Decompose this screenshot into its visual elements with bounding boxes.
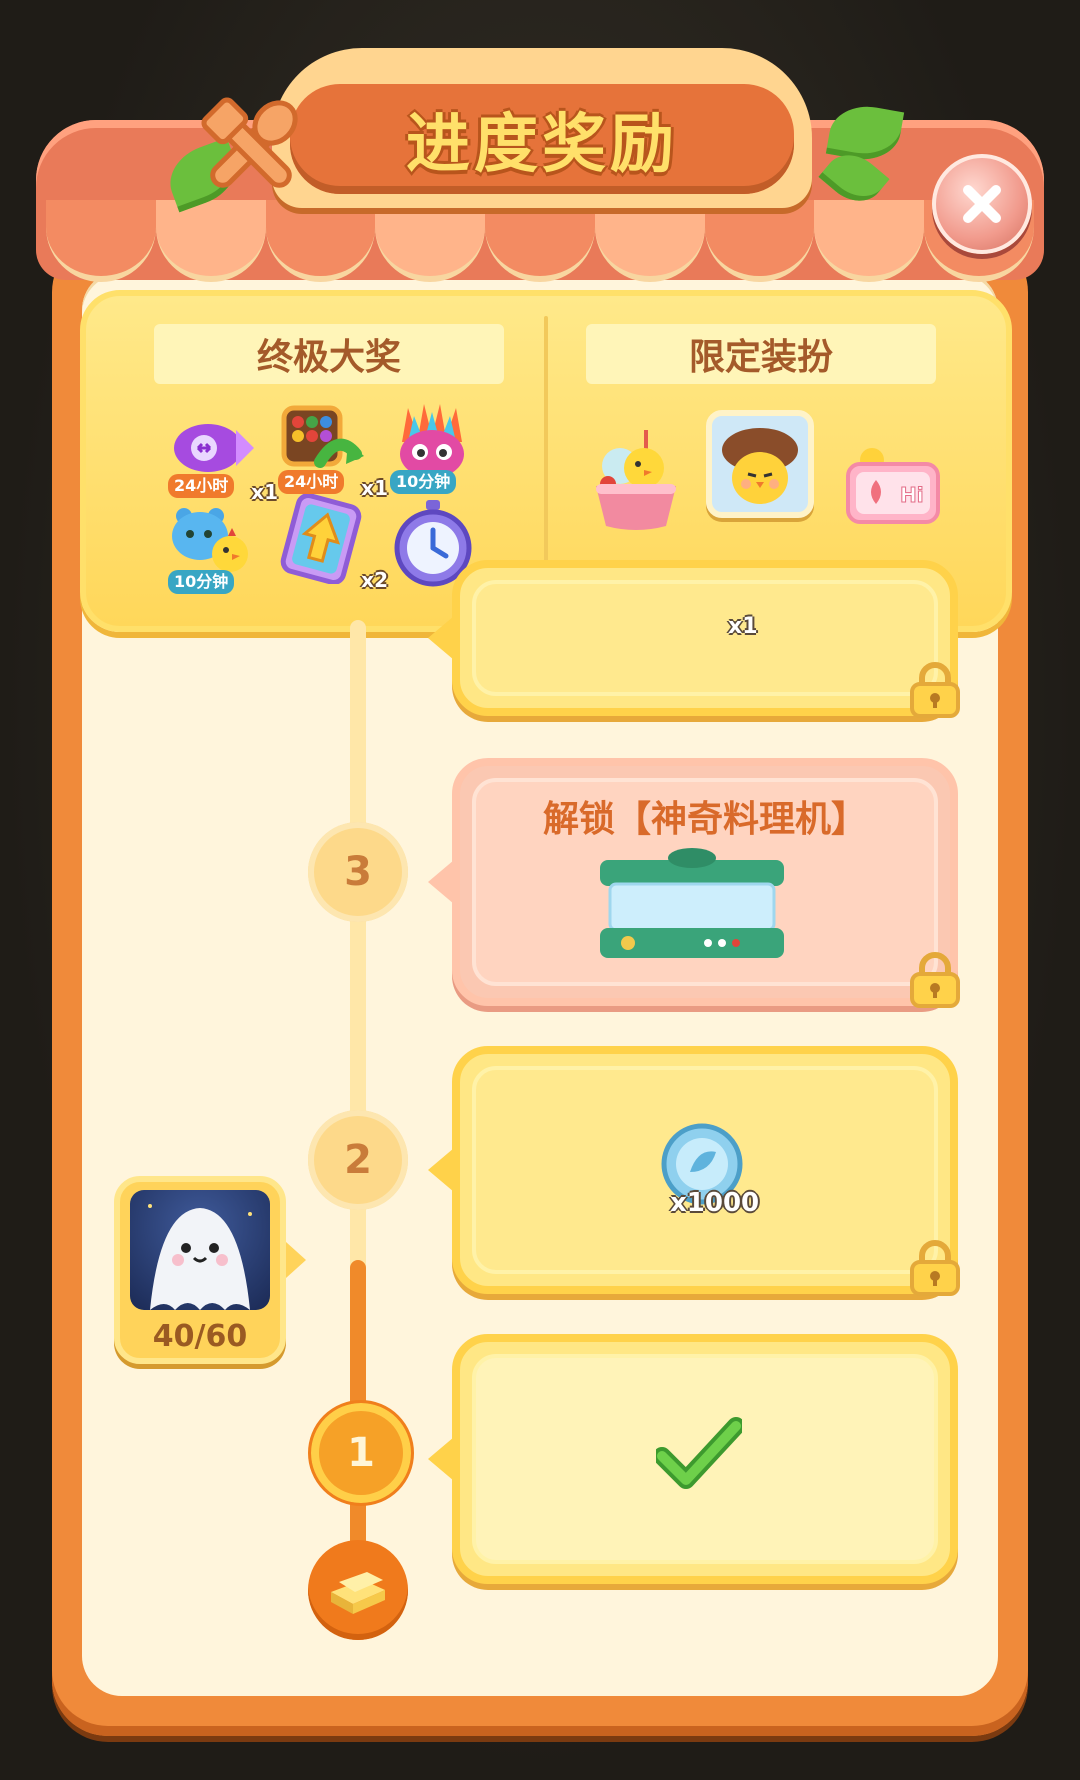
mushroom-chick-avatar-frame[interactable] [706,410,814,518]
coin-multiplier: x1000 [670,1188,760,1218]
grand-prize-heading: 终极大奖 [154,324,504,384]
item-multiplier: x1 [251,480,278,504]
milestone-card-2[interactable]: x1000 [428,1046,960,1296]
gold-bars-icon [331,1572,385,1614]
ice-cream-chick-icon[interactable] [586,426,686,536]
milestone-node-3: 3 [308,822,408,922]
lock-icon [910,662,960,718]
close-icon [963,185,1001,223]
milestone-card-4[interactable]: x1 [428,560,960,718]
magic-cooking-machine-icon [600,848,784,958]
milestone-card-3[interactable]: 解锁【神奇料理机】 [428,758,960,1008]
hi-chat-frame-icon[interactable]: Hi [842,444,942,530]
candy-board-reward[interactable]: 24小时 x1 [276,402,388,500]
item-duration-tag: 10分钟 [168,570,235,594]
item-multiplier: x2 [361,568,388,592]
page-title: 进度奖励 [406,108,678,182]
svg-text:Hi: Hi [900,483,924,507]
purple-rocket-reward[interactable]: 24小时 x1 [166,406,278,504]
item-duration-tag: 24小时 [278,470,345,494]
limited-outfit-heading: 限定装扮 [586,324,936,384]
arrow-card-reward[interactable]: x2 [276,493,388,592]
start-node [308,1540,408,1640]
close-button[interactable] [932,154,1032,254]
lock-icon [910,1240,960,1296]
reward-multiplier: x1 [728,614,758,639]
awning-scallops [46,200,1035,282]
arrow-card-icon [280,493,362,585]
rainbow-bird-reward[interactable]: 10分钟 [388,402,478,494]
ghost-avatar-icon [148,1204,252,1310]
milestone-card-1[interactable] [428,1334,958,1584]
mushroom-chick-avatar-icon [722,428,798,504]
item-duration-tag: 24小时 [168,474,235,498]
title-plate: 进度奖励 [290,84,794,194]
blue-bear-chick-reward[interactable]: 10分钟 [166,502,256,594]
player-progress-marker: 40/60 [114,1176,306,1364]
lock-icon [910,952,960,1008]
checkmark-icon [656,1417,742,1489]
progress-count: 40/60 [152,1319,248,1354]
item-duration-tag: 10分钟 [390,470,457,494]
player-avatar [130,1190,270,1310]
fork-spoon-icon [201,97,298,188]
milestone-node-2: 2 [308,1110,408,1210]
milestone-node-1: 1 [308,1400,414,1506]
unlock-reward-title: 解锁【神奇料理机】 [542,799,867,840]
